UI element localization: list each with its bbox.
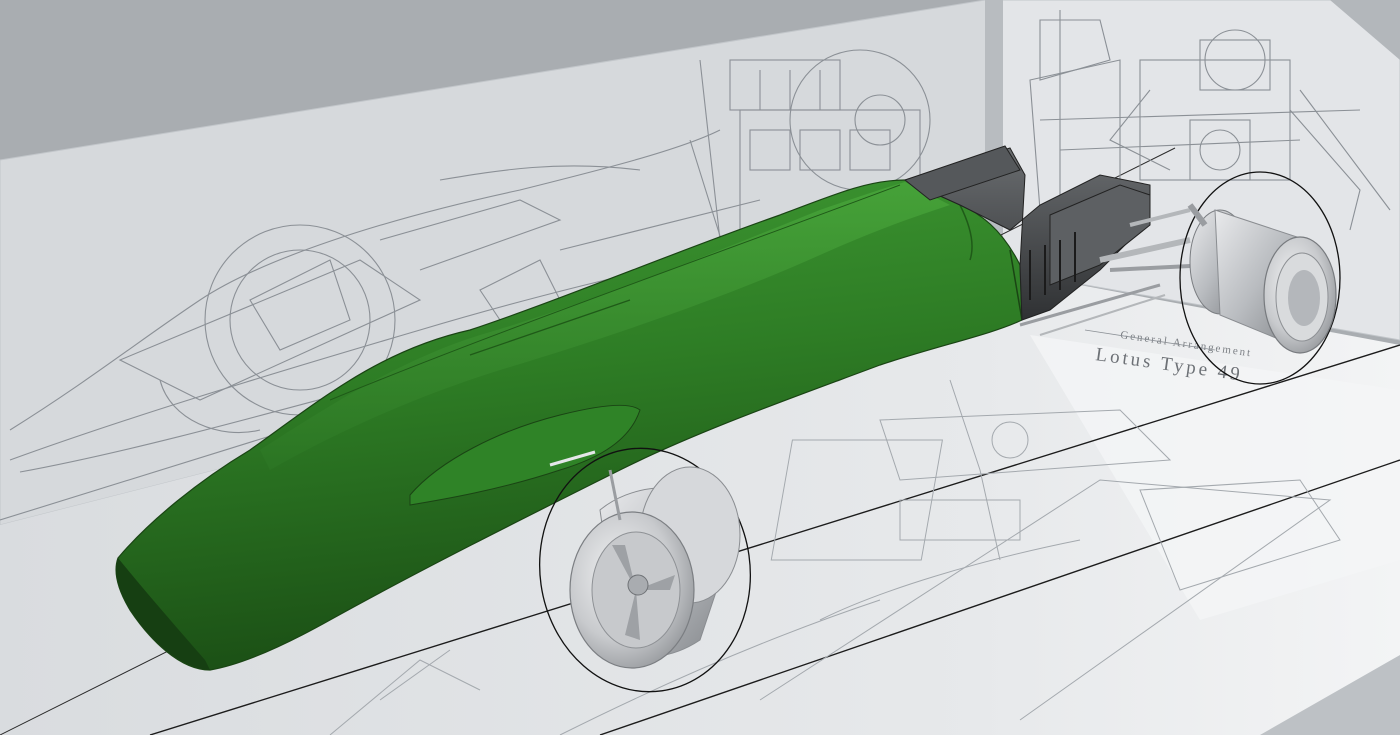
viewport-scene[interactable]: General Arrangement Lotus Type 49: [0, 0, 1400, 735]
3d-viewport[interactable]: General Arrangement Lotus Type 49: [0, 0, 1400, 735]
